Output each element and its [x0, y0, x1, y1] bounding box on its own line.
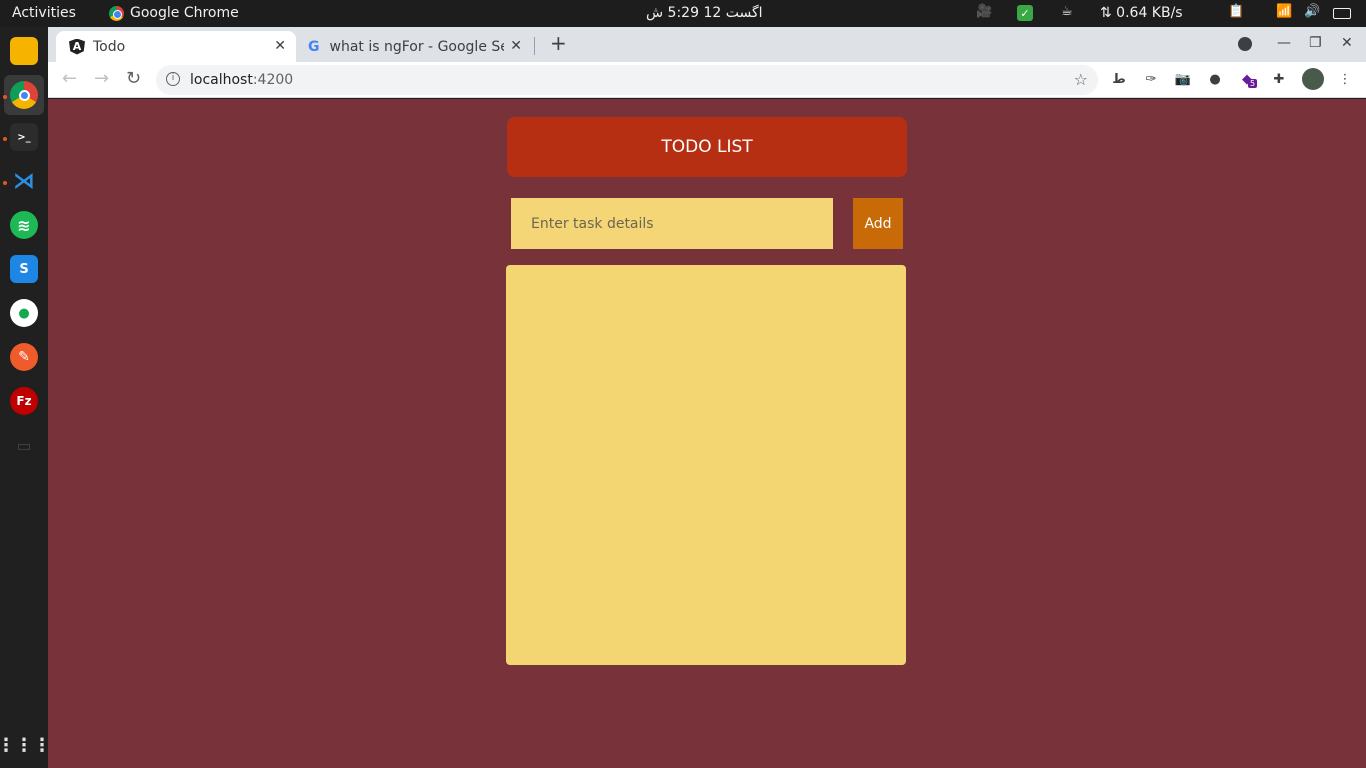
- filezilla-icon[interactable]: Fz: [10, 387, 38, 415]
- site-info-icon[interactable]: i: [166, 72, 180, 86]
- extensions-puzzle-icon[interactable]: ✚: [1270, 70, 1288, 88]
- extension-paint-icon[interactable]: ✑: [1142, 70, 1160, 88]
- extension-badge-count: 5: [1248, 79, 1258, 88]
- tab-title: what is ngFor - Google Sea: [329, 38, 504, 55]
- task-input[interactable]: [511, 198, 833, 249]
- app-menu[interactable]: Google Chrome: [109, 5, 239, 21]
- close-tab-icon[interactable]: ✕: [274, 38, 286, 54]
- spotify-icon[interactable]: ≋: [10, 211, 38, 239]
- activities-button[interactable]: Activities: [12, 5, 76, 21]
- tab-title: Todo: [93, 38, 126, 55]
- restore-icon[interactable]: ❐: [1309, 35, 1322, 51]
- new-tab-button[interactable]: +: [550, 31, 567, 55]
- url-host: localhost: [190, 72, 253, 88]
- volume-icon[interactable]: 🔊: [1304, 4, 1320, 19]
- extension-color-icon[interactable]: ●: [1206, 70, 1224, 88]
- chrome-icon: [109, 5, 124, 21]
- shield-check-icon[interactable]: ✓: [1017, 5, 1033, 21]
- running-indicator: [3, 95, 7, 99]
- show-apps-icon[interactable]: ⋮⋮⋮: [0, 731, 51, 759]
- angular-favicon-icon: A: [69, 38, 85, 55]
- clipboard-icon[interactable]: 📋: [1228, 4, 1244, 19]
- battery-icon[interactable]: [1333, 8, 1351, 19]
- browser-toolbar: ← → ↻ i localhost:4200 ☆ ط ✑ 📷 ● ◆ 5 ✚ ⋮: [48, 62, 1366, 98]
- drive-icon[interactable]: ▭: [10, 431, 38, 459]
- tab-google-search[interactable]: G what is ngFor - Google Sea ✕: [296, 31, 532, 62]
- wifi-icon[interactable]: 📶: [1276, 4, 1292, 19]
- postman-icon[interactable]: ✎: [10, 343, 38, 371]
- tab-strip: A Todo ✕ G what is ngFor - Google Sea ✕ …: [48, 27, 1366, 62]
- add-button[interactable]: Add: [853, 198, 903, 249]
- chrome-dock-icon[interactable]: [10, 81, 38, 109]
- dock: >_ ⋊ ≋ S ● ✎ Fz ▭ ⋮⋮⋮: [0, 27, 51, 768]
- app-title: TODO LIST: [661, 137, 753, 157]
- mongodb-compass-icon[interactable]: ●: [10, 299, 38, 327]
- running-indicator: [3, 181, 7, 185]
- terminal-icon[interactable]: >_: [10, 123, 38, 151]
- extension-badge-icon[interactable]: ◆ 5: [1238, 70, 1258, 88]
- skype-icon[interactable]: S: [10, 255, 38, 283]
- minimize-icon[interactable]: —: [1277, 35, 1291, 51]
- close-tab-icon[interactable]: ✕: [510, 38, 522, 54]
- url-port: :4200: [252, 72, 294, 88]
- app-menu-label: Google Chrome: [130, 5, 239, 21]
- task-list: [506, 265, 906, 665]
- tab-search-icon[interactable]: [1238, 37, 1252, 51]
- app-header: TODO LIST: [507, 117, 907, 177]
- system-top-bar: Activities Google Chrome اگست 12 5:29 ش …: [0, 0, 1366, 27]
- bookmark-star-icon[interactable]: ☆: [1074, 70, 1088, 89]
- tab-todo[interactable]: A Todo ✕: [56, 31, 296, 62]
- vscode-icon[interactable]: ⋊: [10, 167, 38, 195]
- url-text: localhost:4200: [190, 72, 293, 88]
- extension-translate-icon[interactable]: ط: [1110, 70, 1128, 88]
- back-icon[interactable]: ←: [62, 68, 77, 89]
- page-content: TODO LIST Add: [48, 99, 1366, 768]
- coffee-icon[interactable]: ☕: [1061, 4, 1073, 19]
- clock[interactable]: اگست 12 5:29 ش: [646, 5, 763, 21]
- tab-separator: [534, 37, 535, 55]
- forward-icon[interactable]: →: [94, 68, 109, 89]
- google-favicon-icon: G: [308, 38, 320, 55]
- close-window-icon[interactable]: ✕: [1341, 35, 1353, 51]
- extension-screenshot-icon[interactable]: 📷: [1174, 70, 1192, 88]
- network-speed[interactable]: ⇅ 0.64 KB/s: [1100, 5, 1183, 21]
- chrome-menu-icon[interactable]: ⋮: [1336, 70, 1354, 88]
- reload-icon[interactable]: ↻: [126, 68, 141, 89]
- running-indicator: [3, 137, 7, 141]
- notes-app-icon[interactable]: [10, 37, 38, 65]
- address-bar[interactable]: i localhost:4200 ☆: [156, 65, 1098, 95]
- camera-icon[interactable]: 🎥: [976, 4, 992, 19]
- chrome-center-icon: [18, 89, 30, 101]
- profile-avatar[interactable]: [1302, 68, 1324, 90]
